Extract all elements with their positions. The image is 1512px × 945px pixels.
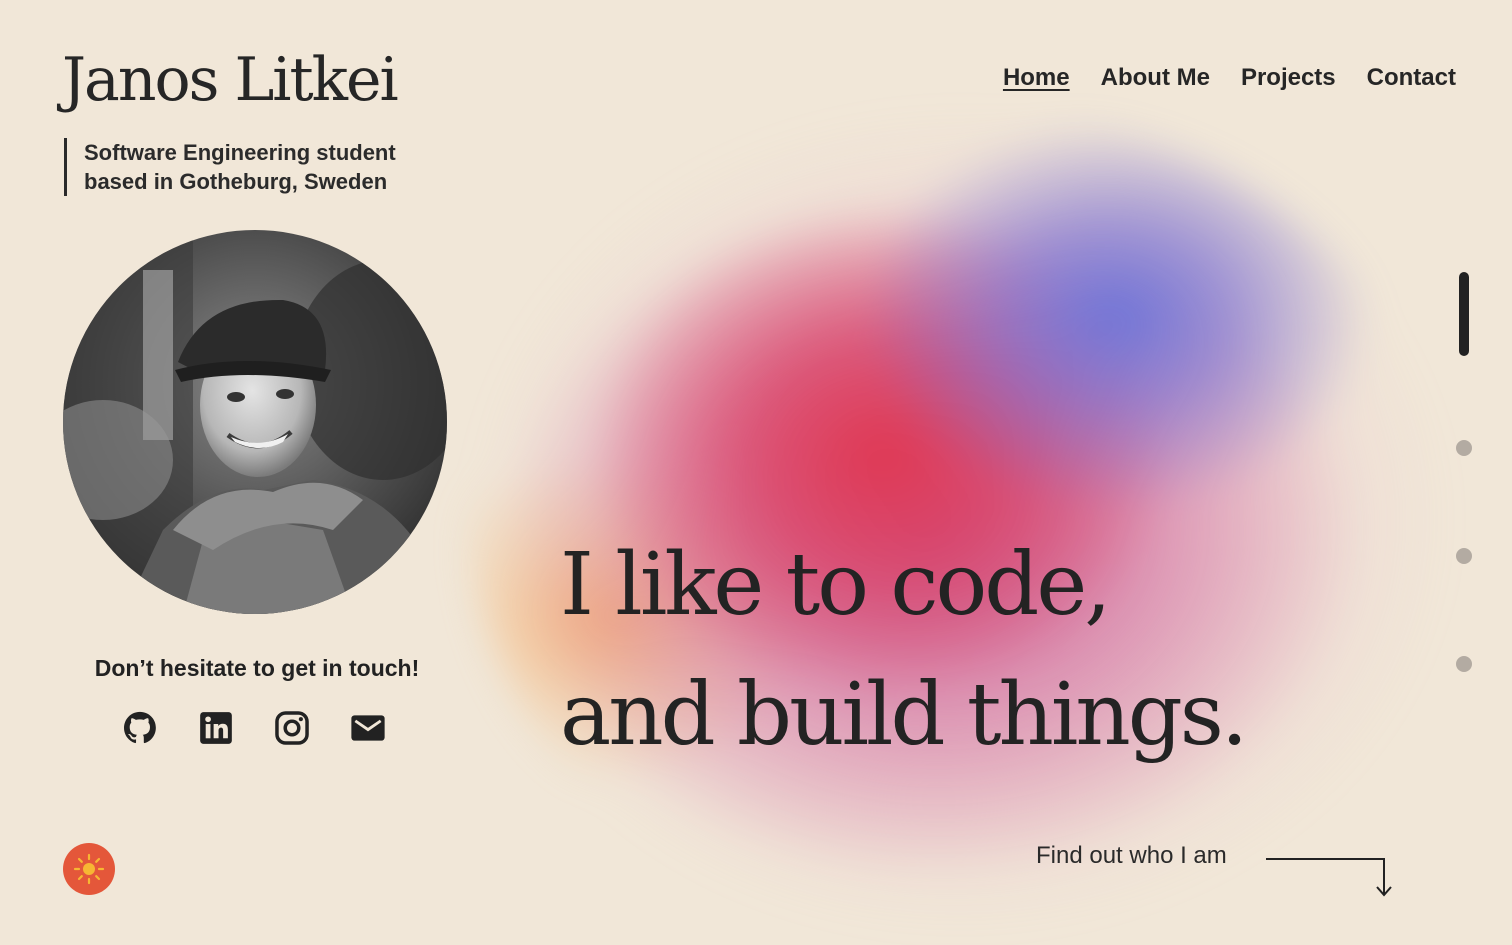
- tagline: Software Engineering student based in Go…: [64, 138, 484, 196]
- nav-projects-link[interactable]: Projects: [1241, 64, 1336, 92]
- nav-home-link[interactable]: Home: [1003, 64, 1070, 92]
- nav-about-link[interactable]: About Me: [1101, 64, 1210, 92]
- profile-photo: [63, 230, 447, 614]
- hero-headline-line-1: I like to code,: [560, 535, 1112, 635]
- email-link[interactable]: [349, 708, 387, 748]
- profile-photo-illustration: [63, 230, 447, 614]
- contact-prompt: Don’t hesitate to get in touch!: [94, 655, 420, 681]
- instagram-link[interactable]: [273, 708, 311, 748]
- sun-icon: [73, 853, 105, 885]
- section-indicator: [1455, 272, 1473, 682]
- section-indicator-active[interactable]: [1459, 272, 1469, 356]
- nav-contact-link[interactable]: Contact: [1367, 64, 1456, 92]
- github-link[interactable]: [121, 708, 159, 748]
- instagram-icon: [275, 711, 309, 745]
- find-out-who-i-am-link[interactable]: Find out who I am: [1036, 842, 1227, 870]
- linkedin-icon: [200, 712, 232, 744]
- main-nav: Home About Me Projects Contact: [1003, 64, 1456, 92]
- section-indicator-dot[interactable]: [1456, 656, 1472, 672]
- linkedin-link[interactable]: [197, 708, 235, 748]
- tagline-line-2: based in Gotheburg, Sweden: [84, 169, 388, 194]
- site-owner-name: Janos Litkei: [62, 45, 399, 115]
- arrow-down-right-icon[interactable]: [1264, 852, 1396, 900]
- section-indicator-dot[interactable]: [1456, 548, 1472, 564]
- hero-headline: I like to code, and build things.: [560, 520, 1248, 780]
- hero-headline-line-2: and build things.: [560, 665, 1248, 765]
- github-icon: [124, 711, 156, 744]
- section-indicator-dot[interactable]: [1456, 440, 1472, 456]
- tagline-line-1: Software Engineering student: [84, 140, 396, 165]
- mail-icon: [351, 715, 385, 741]
- theme-toggle-button[interactable]: [63, 843, 115, 895]
- social-links: [121, 708, 387, 748]
